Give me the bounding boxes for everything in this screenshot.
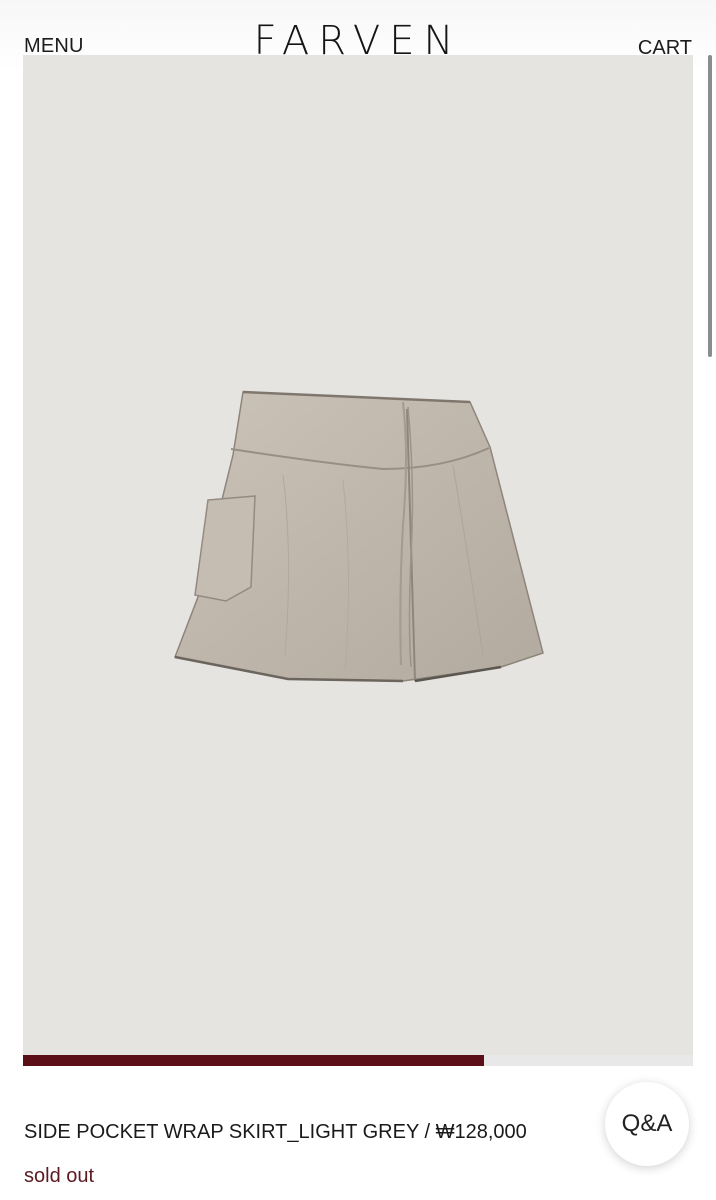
- page-scrollbar[interactable]: [708, 55, 712, 357]
- stock-status: sold out: [24, 1165, 95, 1187]
- gallery-progress-fill: [23, 1055, 484, 1066]
- skirt-photo: [173, 390, 544, 683]
- qa-button[interactable]: Q&A: [605, 1082, 689, 1166]
- product-title-price: SIDE POCKET WRAP SKIRT_LIGHT GREY / ₩128…: [24, 1121, 527, 1143]
- product-image[interactable]: [23, 55, 693, 1055]
- gallery-progress-bar: [23, 1055, 693, 1066]
- product-page: MENU FARVEN CART SIDE POCKET WRAP SKIRT_…: [0, 0, 716, 1200]
